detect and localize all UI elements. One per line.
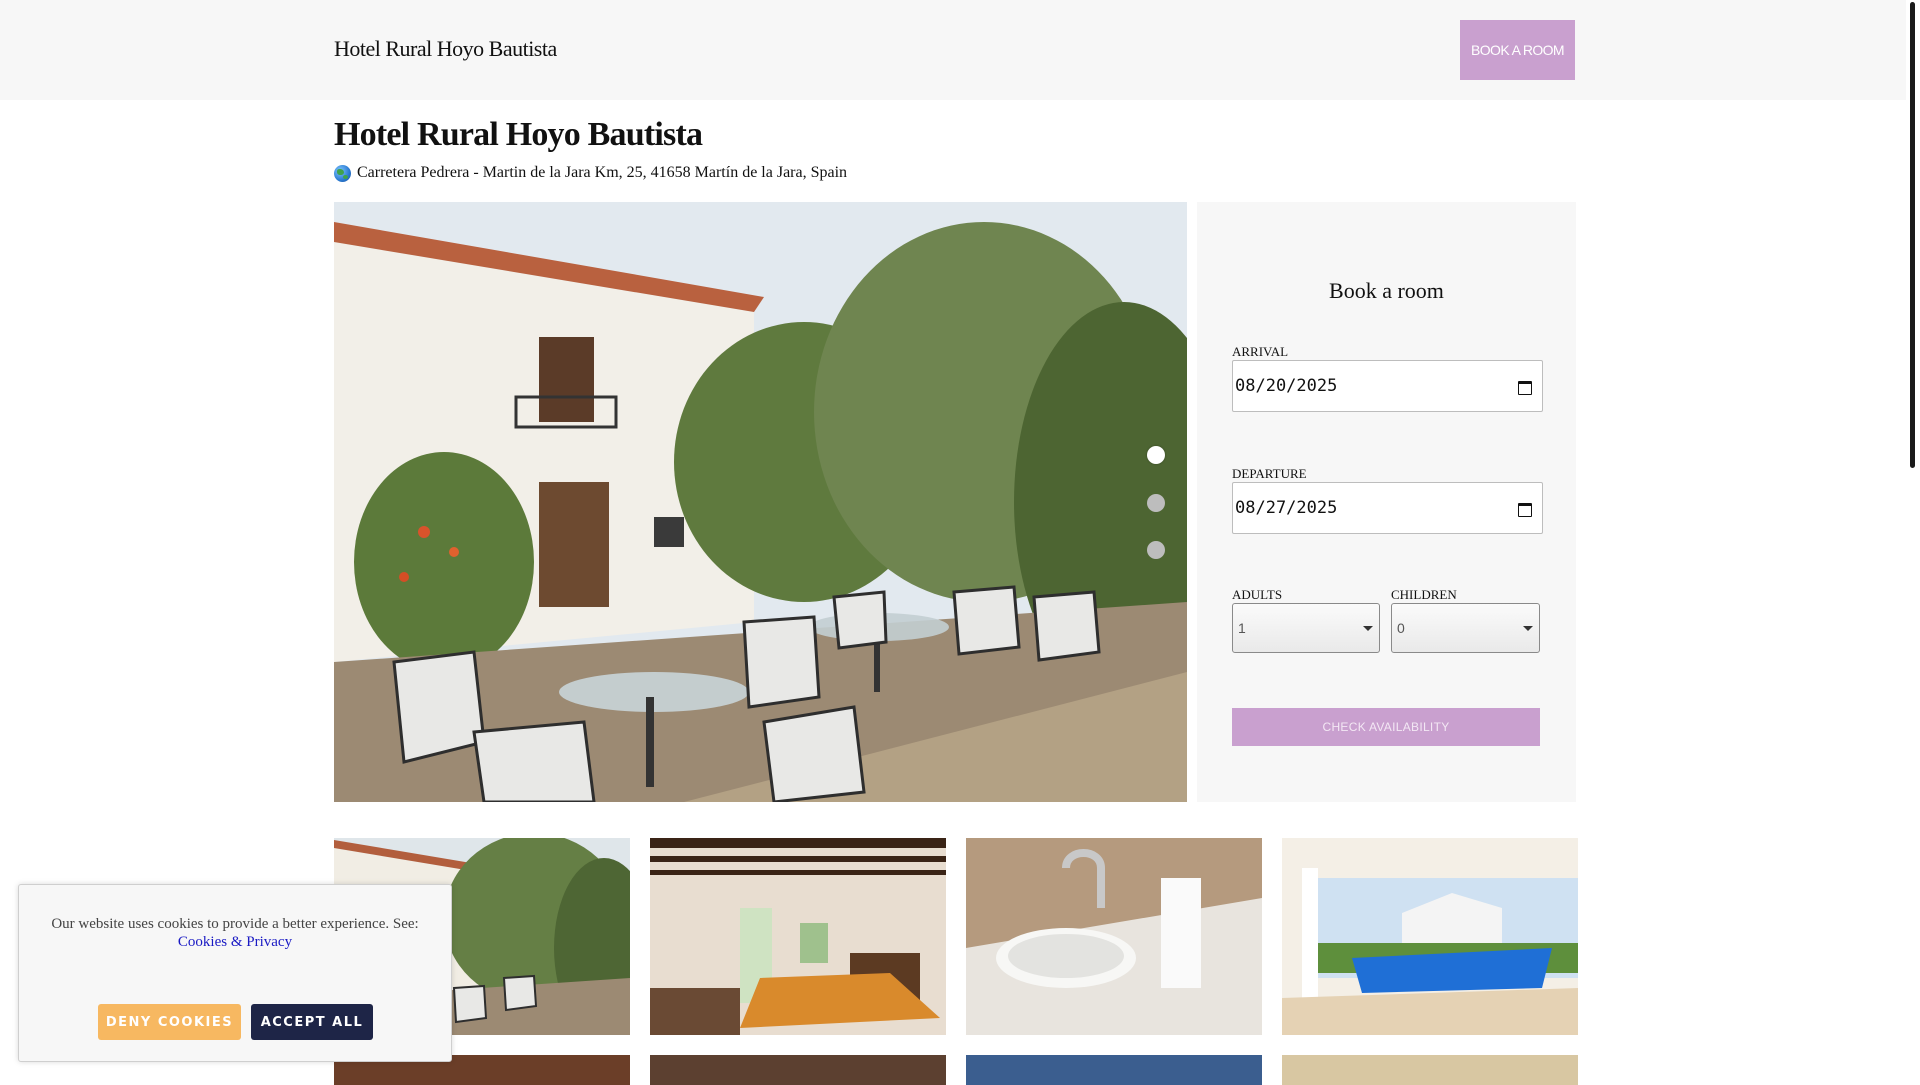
departure-date-input[interactable]: 08/27/2025: [1232, 482, 1543, 534]
bedroom-thumb-art: [650, 838, 946, 1035]
carousel-dot-1[interactable]: [1147, 446, 1165, 464]
arrival-date-value: 08/20/2025: [1235, 376, 1338, 396]
departure-date-value: 08/27/2025: [1235, 498, 1338, 518]
book-room-button[interactable]: BOOK A ROOM: [1460, 20, 1575, 80]
cookie-message-text: Our website uses cookies to provide a be…: [51, 916, 419, 932]
scrollbar-thumb[interactable]: [1910, 2, 1915, 468]
page-title: Hotel Rural Hoyo Bautista: [334, 116, 703, 153]
gallery-thumb-pool[interactable]: [1282, 838, 1578, 1035]
deny-cookies-button[interactable]: DENY COOKIES: [98, 1004, 241, 1040]
accept-all-button[interactable]: ACCEPT ALL: [251, 1004, 373, 1040]
top-navbar: Hotel Rural Hoyo Bautista BOOK A ROOM: [0, 0, 1906, 100]
calendar-icon[interactable]: [1518, 501, 1532, 517]
gallery-thumb-bedroom[interactable]: [650, 838, 946, 1035]
chevron-down-icon: [1363, 625, 1373, 631]
carousel-dot-3[interactable]: [1147, 541, 1165, 559]
cookie-consent-dialog: Our website uses cookies to provide a be…: [18, 884, 452, 1062]
courtyard-illustration: [334, 202, 1187, 802]
adults-label: ADULTS: [1232, 587, 1283, 602]
adults-value: 1: [1238, 620, 1246, 636]
hero-photo-courtyard[interactable]: [334, 202, 1187, 802]
gallery-thumb-6[interactable]: [650, 1055, 946, 1085]
gallery-thumb-sink[interactable]: [966, 838, 1262, 1035]
booking-panel: Book a room ARRIVAL 08/20/2025 DEPARTURE…: [1197, 202, 1576, 802]
carousel-dot-2[interactable]: [1147, 494, 1165, 512]
pool-thumb-art: [1282, 838, 1578, 1035]
booking-title: Book a room: [1329, 278, 1444, 303]
site-brand[interactable]: Hotel Rural Hoyo Bautista: [334, 36, 557, 62]
globe-icon: [334, 164, 351, 182]
departure-label: DEPARTURE: [1232, 466, 1307, 481]
hotel-address: Carretera Pedrera - Martin de la Jara Km…: [334, 164, 847, 182]
check-availability-button[interactable]: CHECK AVAILABILITY: [1232, 708, 1540, 746]
gallery-thumb-7[interactable]: [966, 1055, 1262, 1085]
chevron-down-icon: [1523, 625, 1533, 631]
children-label: CHILDREN: [1391, 587, 1457, 602]
adults-select[interactable]: 1: [1232, 603, 1380, 653]
arrival-label: ARRIVAL: [1232, 344, 1289, 359]
children-value: 0: [1397, 620, 1405, 636]
cookies-privacy-link[interactable]: Cookies & Privacy: [19, 933, 451, 951]
arrival-date-input[interactable]: 08/20/2025: [1232, 360, 1543, 412]
children-select[interactable]: 0: [1391, 603, 1540, 653]
cookie-message: Our website uses cookies to provide a be…: [19, 915, 451, 951]
calendar-icon[interactable]: [1518, 379, 1532, 395]
address-text: Carretera Pedrera - Martin de la Jara Km…: [357, 164, 848, 181]
gallery-thumb-8[interactable]: [1282, 1055, 1578, 1085]
page-scrollbar[interactable]: [1906, 0, 1920, 1080]
sink-thumb-art: [966, 838, 1262, 1035]
